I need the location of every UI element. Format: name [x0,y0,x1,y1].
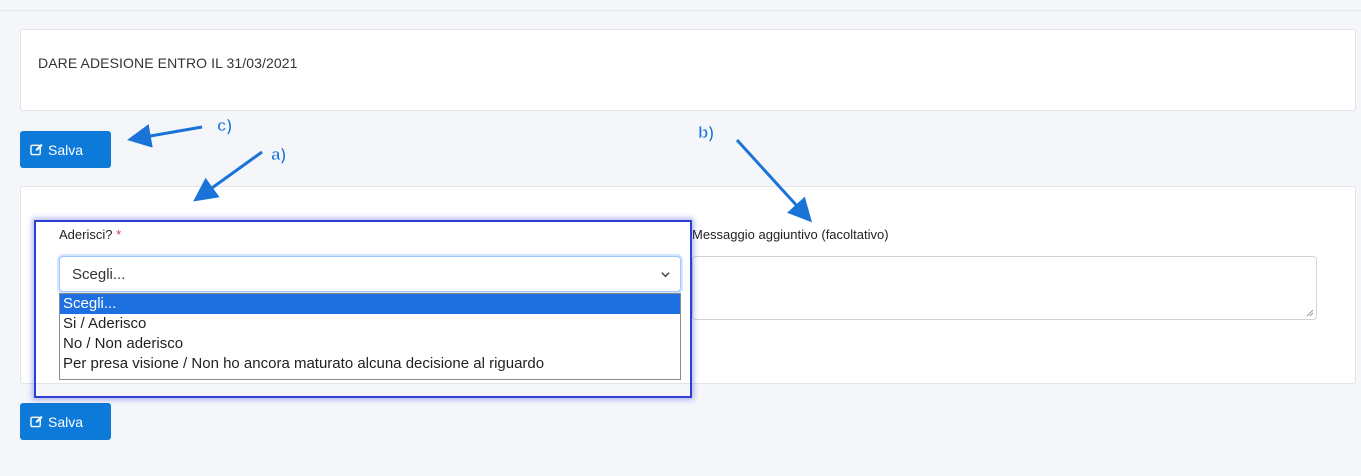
aderisci-label: Aderisci? * [59,227,121,242]
aderisci-select[interactable]: Scegli... [59,256,681,292]
message-textarea[interactable] [692,256,1317,320]
header-divider [0,10,1361,11]
annotation-label-c: c) [217,116,232,135]
resize-handle-icon[interactable] [1306,309,1314,317]
aderisci-label-text: Aderisci? [59,227,113,242]
edit-icon [30,143,43,156]
required-asterisk: * [116,227,122,242]
option-scegli[interactable]: Scegli... [60,294,680,314]
aderisci-select-value: Scegli... [72,266,126,283]
edit-icon [30,415,43,428]
message-label: Messaggio aggiuntivo (facoltativo) [692,227,889,242]
save-button-top[interactable]: Salva [20,131,111,168]
annotation-label-a: a) [271,145,286,164]
save-button-label: Salva [48,141,84,158]
aderisci-dropdown-list: Scegli... Si / Aderisco No / Non aderisc… [59,293,681,380]
option-si-aderisco[interactable]: Si / Aderisco [60,314,680,334]
annotation-label-b: b) [698,123,714,142]
annotation-arrow-c [127,124,203,148]
chevron-down-icon [661,272,670,278]
save-button-label: Salva [48,413,84,430]
option-presa-visione[interactable]: Per presa visione / Non ho ancora matura… [60,354,680,374]
option-no-non-aderisco[interactable]: No / Non aderisco [60,334,680,354]
deadline-notice: DARE ADESIONE ENTRO IL 31/03/2021 [38,55,298,71]
notice-card: DARE ADESIONE ENTRO IL 31/03/2021 [20,29,1356,111]
save-button-bottom[interactable]: Salva [20,403,111,440]
